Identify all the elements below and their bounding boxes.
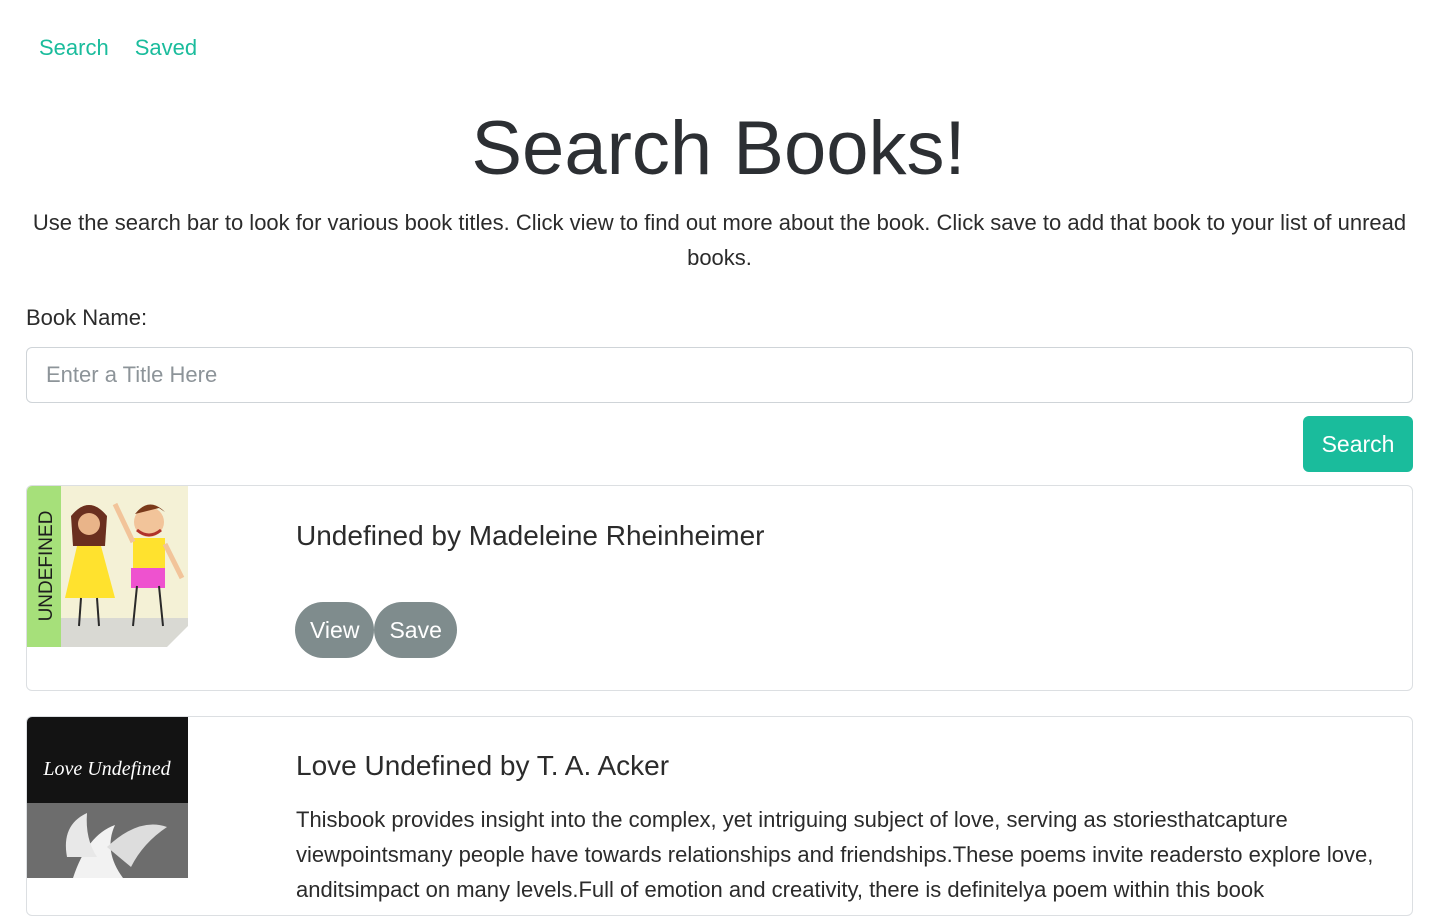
book-search-input[interactable] <box>26 347 1413 403</box>
search-button[interactable]: Search <box>1303 416 1413 472</box>
book-title: Love Undefined by T. A. Acker <box>296 750 670 781</box>
book-description: Thisbook provides insight into the compl… <box>296 807 1374 902</box>
cover-title-text: Love Undefined <box>42 758 171 780</box>
view-button[interactable]: View <box>295 602 375 658</box>
book-result-card: Love Undefined Love Undefined by T. A. A… <box>26 716 1413 916</box>
nav-saved-link[interactable]: Saved <box>122 30 210 66</box>
save-button[interactable]: Save <box>374 602 457 658</box>
book-actions: View Save <box>295 602 457 658</box>
page-description: Use the search bar to look for various b… <box>32 210 1407 270</box>
cover-title-text: UNDEFINED <box>36 511 57 622</box>
page-title: Search Books! <box>471 106 966 191</box>
book-result-card: UNDEFINED Undefined by Madeleine Rheinhe… <box>26 485 1413 691</box>
book-title: Undefined by Madeleine Rheinheimer <box>296 520 765 551</box>
top-nav: Search Saved <box>26 30 210 66</box>
book-name-label: Book Name: <box>26 305 148 330</box>
book-cover-image: Love Undefined <box>27 717 188 878</box>
book-cover-image: UNDEFINED <box>27 486 188 647</box>
nav-search-link[interactable]: Search <box>26 30 122 66</box>
